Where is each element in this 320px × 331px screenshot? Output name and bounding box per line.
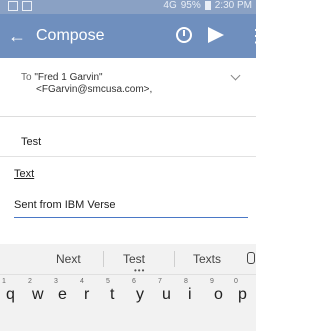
key-w[interactable]: 2w	[26, 278, 50, 314]
key-number: 1	[2, 278, 6, 285]
clock-time: 2:30 PM	[214, 0, 252, 11]
network-type: 4G	[163, 0, 177, 11]
message-body-input[interactable]: Sent from IBM Verse	[14, 199, 115, 211]
key-number: 2	[28, 278, 32, 285]
key-t[interactable]: 5t	[104, 278, 128, 314]
key-q[interactable]: 1q	[0, 278, 24, 314]
suggestion-strip: Next Test ••• Texts	[0, 244, 256, 275]
key-letter: t	[110, 286, 115, 303]
key-number: 4	[80, 278, 84, 285]
key-i[interactable]: 8i	[182, 278, 206, 314]
key-number: 9	[210, 278, 214, 285]
key-r[interactable]: 4r	[78, 278, 102, 314]
to-recipient-text: To "Fred 1 Garvin"	[21, 72, 103, 84]
key-number: 7	[158, 278, 162, 285]
key-number: 0	[234, 278, 238, 285]
key-number: 3	[54, 278, 58, 285]
key-letter: o	[214, 286, 223, 303]
notification-icons	[8, 1, 32, 11]
key-number: 5	[106, 278, 110, 285]
suggestion-divider	[103, 251, 104, 267]
more-suggestions-icon: •••	[134, 266, 146, 275]
key-p[interactable]: 0p	[232, 278, 256, 314]
to-recipient-field[interactable]: To "Fred 1 Garvin" <FGarvin@smcusa.com>,	[0, 58, 256, 117]
back-arrow-icon[interactable]: ←	[8, 24, 26, 48]
suggestion-next[interactable]: Next	[56, 252, 81, 266]
key-letter: y	[136, 286, 144, 303]
suggestion-test[interactable]: Test	[123, 252, 145, 266]
status-right: 4G 95% 2:30 PM	[163, 0, 252, 11]
chevron-down-icon[interactable]	[230, 70, 241, 81]
key-letter: r	[84, 286, 90, 303]
schedule-clock-icon[interactable]	[176, 27, 192, 43]
body-focus-underline	[14, 217, 248, 218]
notification-icon	[22, 1, 32, 11]
key-o[interactable]: 9o	[208, 278, 232, 314]
key-number: 6	[132, 278, 136, 285]
key-letter: e	[58, 286, 67, 303]
recipient-name: "Fred 1 Garvin"	[34, 72, 103, 83]
key-e[interactable]: 3e	[52, 278, 76, 314]
subject-field[interactable]: Test	[21, 136, 41, 148]
recipient-email: <FGarvin@smcusa.com>,	[36, 84, 153, 95]
suggestion-texts[interactable]: Texts	[193, 252, 221, 266]
key-y[interactable]: 6y	[130, 278, 154, 314]
key-letter: i	[188, 286, 192, 303]
key-letter: u	[162, 286, 171, 303]
keyboard-row: 1q 2w 3e 4r 5t 6y 7u 8i 9o 0p	[0, 278, 256, 318]
app-bar: ← Compose ⋮	[0, 14, 265, 58]
soft-keyboard: Next Test ••• Texts 1q 2w 3e 4r 5t 6y 7u…	[0, 244, 256, 331]
key-letter: p	[238, 286, 247, 303]
key-u[interactable]: 7u	[156, 278, 180, 314]
battery-icon	[204, 1, 211, 10]
key-number: 8	[184, 278, 188, 285]
divider	[0, 156, 256, 157]
key-letter: q	[6, 286, 15, 303]
send-icon[interactable]	[208, 27, 224, 43]
key-letter: w	[32, 286, 44, 303]
microphone-icon[interactable]	[247, 252, 255, 264]
status-bar: 4G 95% 2:30 PM	[0, 0, 256, 14]
to-label: To	[21, 72, 32, 83]
more-options-icon[interactable]: ⋮	[247, 24, 265, 48]
page-title: Compose	[36, 27, 105, 44]
battery-percent: 95%	[180, 0, 201, 11]
text-format-toggle[interactable]: Text	[14, 168, 34, 180]
suggestion-divider	[174, 251, 175, 267]
notification-icon	[8, 1, 18, 11]
